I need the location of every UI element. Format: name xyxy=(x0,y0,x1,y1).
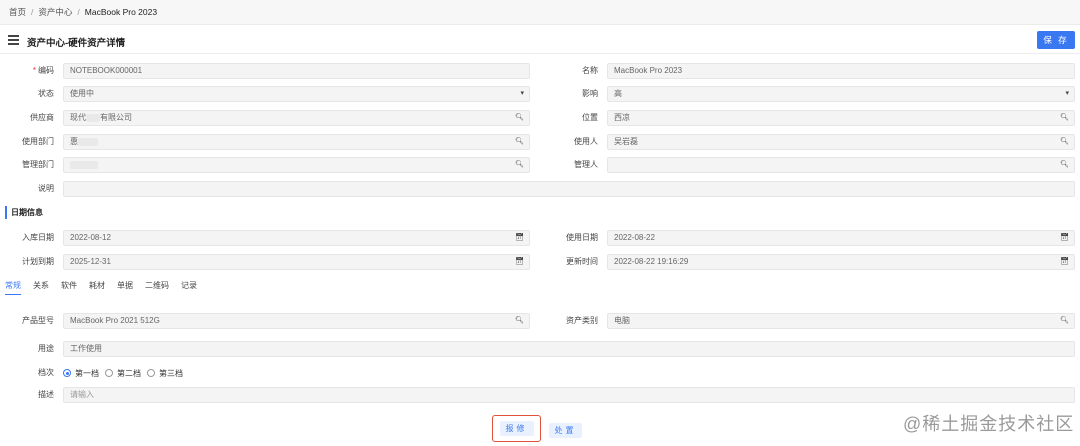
code-label: * 编码 xyxy=(32,66,54,75)
category-field[interactable]: 电脑 🔍︎ xyxy=(607,313,1075,329)
calendar-icon[interactable]: 📅︎ xyxy=(1060,255,1069,269)
dept-field[interactable]: 惠 🔍︎ xyxy=(63,134,530,150)
search-icon[interactable]: 🔍︎ xyxy=(515,111,524,125)
breadcrumb-asset-center[interactable]: 资产中心 xyxy=(38,6,72,18)
code-field[interactable]: NOTEBOOK000001 xyxy=(63,63,530,79)
status-select[interactable]: 使用中 ▾ xyxy=(63,86,530,102)
search-icon[interactable]: 🔍︎ xyxy=(515,158,524,172)
impact-label: 影响 xyxy=(582,89,598,98)
update-time-label: 更新时间 xyxy=(566,257,598,266)
user-field[interactable]: 吴岩磊 🔍︎ xyxy=(607,134,1075,150)
status-label: 状态 xyxy=(38,89,54,98)
calendar-icon[interactable]: 📅︎ xyxy=(515,231,524,245)
calendar-icon[interactable]: 📅︎ xyxy=(515,255,524,269)
grade-option-2[interactable]: 第二档 xyxy=(105,368,141,379)
manager-label: 管理人 xyxy=(574,160,598,169)
plan-expire-picker[interactable]: 2025-12-31 📅︎ xyxy=(63,254,530,270)
save-button[interactable]: 保 存 xyxy=(1037,31,1075,49)
remark-label: 描述 xyxy=(38,390,54,399)
repair-button[interactable]: 报修 xyxy=(499,421,534,436)
caret-down-icon[interactable]: ▾ xyxy=(520,87,524,101)
supplier-field[interactable]: 现代 有限公司 🔍︎ xyxy=(63,110,530,126)
radio-unchecked-icon[interactable] xyxy=(147,369,155,377)
search-icon[interactable]: 🔍︎ xyxy=(515,314,524,328)
tab-records[interactable]: 记录 xyxy=(181,280,197,295)
radio-unchecked-icon[interactable] xyxy=(105,369,113,377)
tab-general[interactable]: 常规 xyxy=(5,280,21,295)
model-field[interactable]: MacBook Pro 2021 512G 🔍︎ xyxy=(63,313,530,329)
category-label: 资产类别 xyxy=(566,316,598,325)
search-icon[interactable]: 🔍︎ xyxy=(1060,135,1069,149)
dispose-button[interactable]: 处置 xyxy=(549,423,582,438)
name-field[interactable]: MacBook Pro 2023 xyxy=(607,63,1075,79)
repair-button-highlight: 报修 xyxy=(492,415,541,442)
impact-select[interactable]: 高 ▾ xyxy=(607,86,1075,102)
redacted-text xyxy=(86,113,100,122)
calendar-icon[interactable]: 📅︎ xyxy=(1060,231,1069,245)
breadcrumb-separator: / xyxy=(31,7,34,17)
required-asterisk: * xyxy=(32,66,36,75)
supplier-label: 供应商 xyxy=(30,113,54,122)
update-time-picker[interactable]: 2022-08-22 19:16:29 📅︎ xyxy=(607,254,1075,270)
mgmt-dept-label: 管理部门 xyxy=(22,160,54,169)
breadcrumb-current: MacBook Pro 2023 xyxy=(84,7,158,17)
use-date-picker[interactable]: 2022-08-22 📅︎ xyxy=(607,230,1075,246)
section-title-dates: 日期信息 xyxy=(5,206,43,219)
search-icon[interactable]: 🔍︎ xyxy=(1060,314,1069,328)
location-field[interactable]: 西凉 🔍︎ xyxy=(607,110,1075,126)
in-date-picker[interactable]: 2022-08-12 📅︎ xyxy=(63,230,530,246)
purpose-field[interactable]: 工作使用 xyxy=(63,341,1075,357)
redacted-text xyxy=(70,160,98,169)
name-label: 名称 xyxy=(582,66,598,75)
use-date-label: 使用日期 xyxy=(566,233,598,242)
location-label: 位置 xyxy=(582,113,598,122)
desc-label: 说明 xyxy=(38,184,54,193)
tab-qrcode[interactable]: 二维码 xyxy=(145,280,169,295)
search-icon[interactable]: 🔍︎ xyxy=(515,135,524,149)
tab-consumables[interactable]: 耗材 xyxy=(89,280,105,295)
manager-field[interactable]: 🔍︎ xyxy=(607,157,1075,173)
dept-label: 使用部门 xyxy=(22,137,54,146)
hamburger-menu-icon[interactable] xyxy=(8,35,19,45)
breadcrumb-home[interactable]: 首页 xyxy=(9,6,26,18)
breadcrumb: 首页 / 资产中心 / MacBook Pro 2023 xyxy=(0,0,1080,25)
title-bar: 资产中心-硬件资产详情 xyxy=(0,27,1080,54)
user-label: 使用人 xyxy=(574,137,598,146)
detail-tabs: 常规 关系 软件 耗材 单据 二维码 记录 xyxy=(0,280,1080,295)
mgmt-dept-field[interactable]: 🔍︎ xyxy=(63,157,530,173)
desc-field[interactable] xyxy=(63,181,1075,197)
breadcrumb-separator: / xyxy=(77,7,80,17)
remark-input[interactable]: 请输入 xyxy=(63,387,1075,403)
grade-radio-group: 第一档 第二档 第三档 xyxy=(63,366,189,380)
redacted-text xyxy=(78,137,98,146)
caret-down-icon[interactable]: ▾ xyxy=(1065,87,1069,101)
tab-software[interactable]: 软件 xyxy=(61,280,77,295)
search-icon[interactable]: 🔍︎ xyxy=(1060,158,1069,172)
in-date-label: 入库日期 xyxy=(22,233,54,242)
purpose-label: 用途 xyxy=(38,344,54,353)
tab-documents[interactable]: 单据 xyxy=(117,280,133,295)
tab-relations[interactable]: 关系 xyxy=(33,280,49,295)
page-title: 资产中心-硬件资产详情 xyxy=(27,38,126,49)
radio-checked-icon[interactable] xyxy=(63,369,71,377)
grade-label: 档次 xyxy=(38,368,54,377)
grade-option-1[interactable]: 第一档 xyxy=(63,368,99,379)
search-icon[interactable]: 🔍︎ xyxy=(1060,111,1069,125)
model-label: 产品型号 xyxy=(22,316,54,325)
plan-expire-label: 计划到期 xyxy=(22,257,54,266)
grade-option-3[interactable]: 第三档 xyxy=(147,368,183,379)
watermark: @稀土掘金技术社区 xyxy=(903,414,1075,434)
